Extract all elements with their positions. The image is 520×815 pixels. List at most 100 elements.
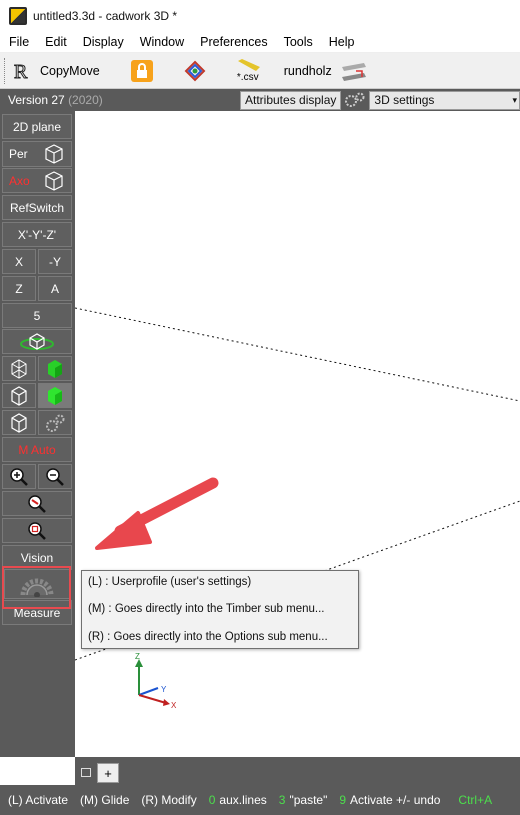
refswitch-button[interactable]: RefSwitch bbox=[2, 195, 72, 220]
toolbar-grip bbox=[4, 57, 6, 84]
add-tab-button[interactable]: + bbox=[97, 763, 119, 783]
paste-key: 3 bbox=[278, 793, 286, 807]
wireframe-cube-icon bbox=[11, 358, 27, 379]
axis-y-label: Y bbox=[161, 685, 167, 694]
shaded-view-button[interactable] bbox=[38, 383, 72, 408]
menu-help[interactable]: Help bbox=[320, 35, 362, 49]
3d-viewport[interactable]: Z Y X bbox=[75, 111, 520, 757]
view-x-button[interactable]: X bbox=[2, 249, 36, 274]
mouse-left-hint: (L) Activate bbox=[8, 793, 69, 807]
activate-key: 9 bbox=[339, 793, 347, 807]
hidden-line-view-button[interactable] bbox=[2, 383, 36, 408]
model-colors-button[interactable] bbox=[184, 56, 206, 86]
menu-display[interactable]: Display bbox=[74, 35, 131, 49]
lock-icon bbox=[130, 59, 153, 82]
menu-edit[interactable]: Edit bbox=[36, 35, 74, 49]
mouse-middle-hint: (M) Glide bbox=[80, 793, 130, 807]
rundholz-label: rundholz bbox=[283, 63, 332, 78]
restore-window-icon[interactable] bbox=[81, 768, 91, 777]
window-title: untitled3.3d - cadwork 3D * bbox=[33, 9, 178, 23]
zoom-window-icon bbox=[28, 494, 46, 513]
gears-icon bbox=[46, 414, 65, 432]
attributes-display-tab[interactable]: Attributes display bbox=[240, 90, 342, 110]
green-shaded-cube-icon bbox=[48, 386, 62, 405]
chevron-down-icon: ▾ bbox=[512, 94, 517, 105]
title-bar: untitled3.3d - cadwork 3D * bbox=[0, 0, 520, 32]
cube-outline-icon bbox=[11, 412, 27, 433]
zoom-in-icon bbox=[10, 467, 28, 486]
view-neg-y-button[interactable]: -Y bbox=[38, 249, 72, 274]
per-label: Per bbox=[9, 147, 28, 161]
wireframe-view-button[interactable] bbox=[2, 356, 36, 381]
highlight-box bbox=[2, 566, 71, 609]
m-auto-label: M Auto bbox=[18, 442, 56, 457]
colored-shapes-icon bbox=[184, 60, 206, 81]
display-settings-button[interactable] bbox=[38, 410, 72, 435]
csv-export-button[interactable]: *.csv bbox=[236, 56, 260, 86]
3d-settings-value: 3D settings bbox=[374, 93, 435, 107]
version-label: Version 27 (2020) bbox=[8, 93, 233, 107]
left-toolbar: 2D plane Per Axo RefSwitch X'-Y'-Z' X -Y… bbox=[0, 111, 75, 757]
version-number: Version 27 bbox=[8, 93, 65, 107]
csv-label: *.csv bbox=[236, 71, 259, 83]
menu-tools[interactable]: Tools bbox=[275, 35, 320, 49]
rundholz-icon bbox=[341, 62, 366, 81]
axo-cube-icon bbox=[45, 170, 63, 191]
zoom-in-button[interactable] bbox=[2, 464, 36, 489]
view-5-button[interactable]: 5 bbox=[2, 303, 72, 328]
toolbar: R CopyMove *.csv rundholz bbox=[0, 53, 520, 89]
r-logo-icon: R bbox=[14, 60, 29, 83]
axonometric-button[interactable]: Axo bbox=[2, 168, 72, 193]
csv-file-icon bbox=[237, 58, 260, 71]
tooltip-line-right: (R) : Goes directly into the Options sub… bbox=[88, 631, 328, 643]
dotted-auxiliary-line-1 bbox=[75, 307, 520, 402]
tooltip-line-left: (L) : Userprofile (user's settings) bbox=[88, 576, 252, 588]
ctrl-hint: Ctrl+A bbox=[458, 793, 493, 807]
xyz-button[interactable]: X'-Y'-Z' bbox=[2, 222, 72, 247]
m-auto-button[interactable]: M Auto bbox=[2, 437, 72, 462]
hidden-cube-icon bbox=[11, 385, 27, 406]
mouse-right-hint: (R) Modify bbox=[141, 793, 197, 807]
gears-icon[interactable] bbox=[343, 91, 367, 109]
perspective-cube-icon bbox=[45, 144, 63, 164]
axo-label: Axo bbox=[9, 173, 30, 188]
status-bar: (L) Activate (M) Glide (R) Modify 0 aux.… bbox=[0, 785, 520, 815]
copymove-button[interactable]: R CopyMove bbox=[12, 56, 100, 86]
copymove-label: CopyMove bbox=[40, 63, 100, 78]
activate-undo-hint: Activate +/- undo bbox=[350, 793, 441, 807]
tooltip-line-middle: (M) : Goes directly into the Timber sub … bbox=[88, 603, 325, 615]
rotate-view-button[interactable] bbox=[2, 329, 72, 354]
perspective-button[interactable]: Per bbox=[2, 141, 72, 167]
cadwork-app-icon bbox=[9, 7, 27, 25]
version-status-row: Version 27 (2020) Attributes display 3D … bbox=[0, 89, 520, 111]
viewport-canvas bbox=[75, 307, 520, 706]
menu-file[interactable]: File bbox=[0, 35, 36, 49]
zoom-window-button[interactable] bbox=[2, 491, 72, 516]
userprofile-tooltip: (L) : Userprofile (user's settings) (M) … bbox=[81, 570, 359, 649]
zoom-out-icon bbox=[46, 467, 64, 486]
zoom-out-button[interactable] bbox=[38, 464, 72, 489]
view-z-button[interactable]: Z bbox=[2, 276, 36, 301]
rundholz-button[interactable]: rundholz bbox=[284, 56, 368, 86]
view-a-button[interactable]: A bbox=[38, 276, 72, 301]
svg-text:R: R bbox=[14, 61, 28, 83]
menu-window[interactable]: Window bbox=[131, 35, 191, 49]
axis-z-label: Z bbox=[135, 652, 140, 661]
lock-button[interactable] bbox=[130, 56, 154, 86]
2d-plane-button[interactable]: 2D plane bbox=[2, 114, 72, 139]
auxlines-key: 0 bbox=[208, 793, 216, 807]
axis-x-label: X bbox=[171, 701, 177, 710]
version-year: (2020) bbox=[68, 93, 103, 107]
rotate-cube-icon bbox=[20, 332, 54, 350]
3d-settings-select[interactable]: 3D settings ▾ bbox=[369, 90, 520, 110]
coordinate-axes-icon bbox=[135, 659, 170, 706]
menu-preferences[interactable]: Preferences bbox=[191, 35, 274, 49]
menu-bar: File Edit Display Window Preferences Too… bbox=[0, 32, 520, 53]
tab-bar: + bbox=[75, 757, 520, 785]
zoom-all-icon bbox=[28, 521, 46, 540]
solid-view-button[interactable] bbox=[38, 356, 72, 381]
paste-hint: "paste" bbox=[289, 793, 328, 807]
auxlines-hint: aux.lines bbox=[219, 793, 267, 807]
display-options-button[interactable] bbox=[2, 410, 36, 435]
zoom-all-button[interactable] bbox=[2, 518, 72, 543]
